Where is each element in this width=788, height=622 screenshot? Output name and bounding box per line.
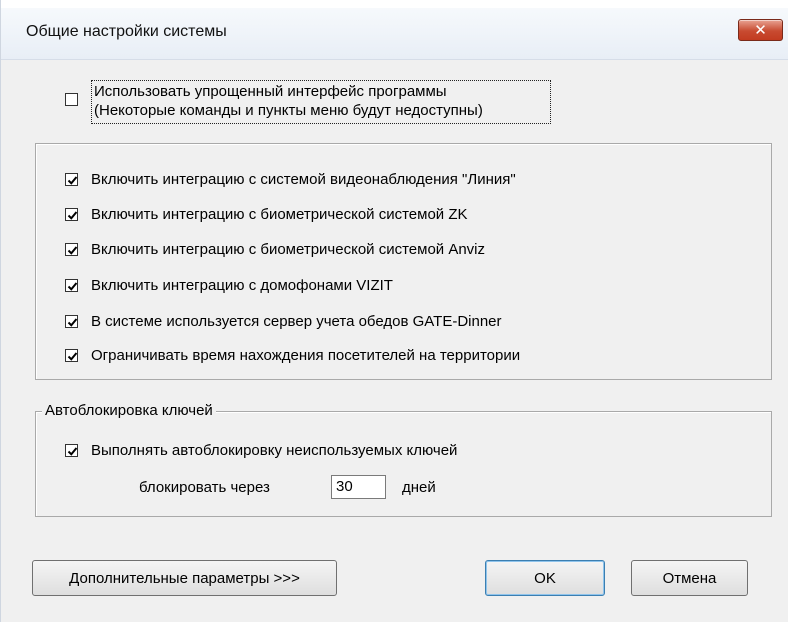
checkmark-icon [67,318,78,327]
integration-label-dinner[interactable]: В системе используется сервер учета обед… [91,313,502,330]
autoblock-group [35,411,772,517]
cancel-button[interactable]: Отмена [631,560,748,596]
dialog-title: Общие настройки системы [26,23,227,40]
days-input[interactable]: 30 [331,475,386,499]
checkmark-icon [67,352,78,361]
days-unit-label: дней [402,479,436,496]
close-button[interactable]: ✕ [738,19,783,41]
checkmark-icon [67,176,78,185]
integration-label-visitor-time[interactable]: Ограничивать время нахождения посетителе… [91,347,520,364]
integration-checkbox-dinner[interactable] [65,315,78,328]
simplified-mode-label[interactable]: Использовать упрощенный интерфейс програ… [91,80,551,124]
autoblock-label[interactable]: Выполнять автоблокировку неиспользуемых … [91,442,457,459]
simplified-mode-line2: (Некоторые команды и пункты меню будут н… [94,102,483,119]
integration-checkbox-vizit[interactable] [65,279,78,292]
integration-checkbox-zk[interactable] [65,208,78,221]
autoblock-checkbox[interactable] [65,444,78,457]
block-after-label: блокировать через [139,479,270,496]
simplified-mode-line1: Использовать упрощенный интерфейс програ… [94,83,447,100]
title-bar[interactable]: Общие настройки системы ✕ [1,0,788,60]
autoblock-group-title: Автоблокировка ключей [42,402,216,419]
checkmark-icon [67,282,78,291]
integration-label-anviz[interactable]: Включить интеграцию с биометрической сис… [91,241,485,258]
advanced-settings-button[interactable]: Дополнительные параметры >>> [32,560,337,596]
settings-dialog: Общие настройки системы ✕ Использовать у… [0,0,788,622]
simplified-mode-checkbox[interactable] [65,93,78,106]
checkmark-icon [67,246,78,255]
ok-button[interactable]: OK [485,560,605,596]
integration-label-vizit[interactable]: Включить интеграцию с домофонами VIZIT [91,277,393,294]
checkmark-icon [67,211,78,220]
integration-label-video[interactable]: Включить интеграцию с системой видеонабл… [91,171,516,188]
checkmark-icon [67,447,78,456]
close-icon: ✕ [754,21,767,39]
integration-label-zk[interactable]: Включить интеграцию с биометрической сис… [91,206,468,223]
integration-checkbox-anviz[interactable] [65,243,78,256]
integration-checkbox-visitor-time[interactable] [65,349,78,362]
integration-checkbox-video[interactable] [65,173,78,186]
